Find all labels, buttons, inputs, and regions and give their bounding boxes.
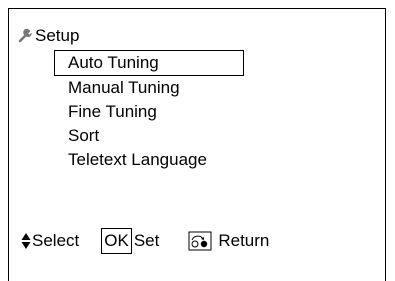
menu-item-teletext-language[interactable]: Teletext Language (54, 148, 244, 172)
set-hint-label: Set (133, 231, 160, 250)
return-button-icon (188, 231, 212, 251)
up-down-arrow-icon (21, 233, 31, 249)
select-hint-label: Select (32, 231, 80, 250)
return-hint-label: Return (218, 231, 270, 250)
wrench-icon (18, 28, 32, 43)
menu-item-sort[interactable]: Sort (54, 124, 244, 148)
menu-header: Setup (18, 25, 79, 47)
menu-item-auto-tuning[interactable]: Auto Tuning (54, 50, 244, 76)
osd-menu-panel: Setup Auto Tuning Manual Tuning Fine Tun… (8, 8, 386, 281)
menu-title: Setup (35, 26, 80, 45)
ok-key-icon: OK (101, 228, 132, 254)
menu-footer-help: Select OK Set Return (21, 227, 269, 255)
menu-item-manual-tuning[interactable]: Manual Tuning (54, 76, 244, 100)
setup-menu-list: Auto Tuning Manual Tuning Fine Tuning So… (54, 50, 244, 172)
menu-item-fine-tuning[interactable]: Fine Tuning (54, 100, 244, 124)
